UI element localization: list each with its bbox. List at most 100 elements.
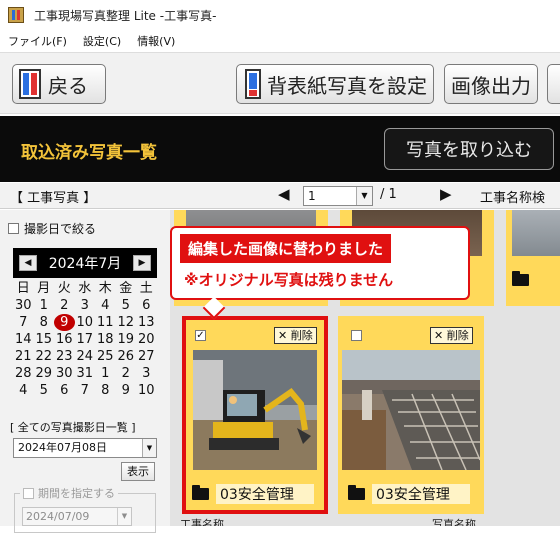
app-icon (8, 7, 24, 23)
calendar-weekday: 水 (78, 281, 92, 296)
prev-page-icon[interactable]: ◀ (278, 185, 290, 203)
calendar-day[interactable]: 7 (75, 382, 96, 399)
next-page-icon[interactable]: ▶ (440, 185, 452, 203)
calendar-day[interactable]: 15 (34, 331, 55, 348)
calendar-day[interactable]: 16 (54, 331, 75, 348)
calendar-day[interactable]: 10 (75, 314, 96, 331)
calendar-day[interactable]: 13 (136, 314, 157, 331)
calendar-day[interactable]: 22 (34, 348, 55, 365)
calendar-weekday: 火 (57, 281, 71, 296)
period-label: 期間を指定する (38, 487, 115, 500)
calendar-day[interactable]: 3 (136, 365, 157, 382)
spine-icon (245, 69, 261, 99)
menu-settings[interactable]: 設定(C) (83, 33, 121, 49)
shoot-date-filter[interactable]: 撮影日で絞る (8, 220, 96, 237)
calendar-day[interactable]: 21 (13, 348, 34, 365)
page-select[interactable]: 1 ▼ (303, 186, 373, 206)
calendar-day[interactable]: 2 (116, 365, 137, 382)
calendar-day[interactable]: 30 (13, 297, 34, 314)
calendar-day[interactable]: 1 (34, 297, 55, 314)
chevron-down-icon: ▼ (117, 508, 131, 525)
calendar-day[interactable]: 24 (75, 348, 96, 365)
calendar-day[interactable]: 27 (136, 348, 157, 365)
calendar-weekday: 金 (119, 281, 133, 296)
calendar-day[interactable]: 6 (136, 297, 157, 314)
calendar-day[interactable]: 26 (116, 348, 137, 365)
calendar-day[interactable]: 4 (95, 297, 116, 314)
calendar-day[interactable]: 28 (13, 365, 34, 382)
period-filter[interactable]: 期間を指定する (20, 485, 118, 501)
photo-card[interactable] (506, 210, 560, 306)
calendar-day[interactable]: 8 (34, 314, 55, 331)
folder-icon (512, 271, 529, 286)
period-from-date[interactable]: 2024/07/09 ▼ (22, 507, 132, 526)
calendar-day[interactable]: 17 (75, 331, 96, 348)
shoot-date-checkbox[interactable] (8, 223, 19, 234)
period-checkbox[interactable] (23, 487, 34, 499)
calendar-day[interactable]: 5 (34, 382, 55, 399)
calendar-day[interactable]: 3 (75, 297, 96, 314)
category-label: 【 工事写真 】 (10, 191, 97, 206)
toolbar-overflow-button[interactable] (547, 64, 560, 104)
show-button[interactable]: 表示 (121, 462, 155, 481)
delete-button[interactable]: ✕ 削除 (430, 327, 473, 344)
calendar-day[interactable]: 7 (13, 314, 34, 331)
menu-info[interactable]: 情報(V) (137, 33, 175, 49)
calendar-day[interactable]: 4 (13, 382, 34, 399)
binder-icon (19, 69, 41, 99)
menu-file[interactable]: ファイル(F) (8, 33, 67, 49)
set-cover-photo-button[interactable]: 背表紙写真を設定 (236, 64, 434, 104)
folder-icon (348, 485, 365, 500)
calendar-title: 2024年7月 (48, 256, 122, 272)
calendar-day[interactable]: 31 (75, 365, 96, 382)
image-output-label: 画像出力 (451, 73, 531, 98)
search-label: 工事名称検 (480, 191, 546, 206)
calendar-weekday: 日 (16, 281, 30, 296)
card-folder (512, 271, 529, 286)
set-cover-photo-label: 背表紙写真を設定 (267, 73, 427, 98)
calendar-day[interactable]: 6 (54, 382, 75, 399)
calendar-day[interactable]: 10 (136, 382, 157, 399)
prev-month-button[interactable]: ◀ (19, 255, 37, 271)
calendar-weekday: 木 (98, 281, 112, 296)
next-month-button[interactable]: ▶ (132, 255, 151, 271)
calendar-day[interactable]: 5 (116, 297, 137, 314)
calendar-day[interactable]: 20 (136, 331, 157, 348)
page-select-value: 1 (308, 189, 316, 203)
period-from-value: 2024/07/09 (26, 510, 90, 523)
calendar-day[interactable]: 19 (116, 331, 137, 348)
calendar-day-selected[interactable]: 9 (54, 314, 75, 331)
image-output-button[interactable]: 画像出力 (444, 64, 538, 104)
import-photos-button[interactable]: 写真を取り込む (384, 128, 554, 170)
calendar-day[interactable]: 8 (95, 382, 116, 399)
shoot-date-select[interactable]: 2024年07月08日 ▼ (13, 438, 157, 458)
toolbar: 戻る 背表紙写真を設定 画像出力 (0, 52, 560, 114)
page-header: 取込済み写真一覧 写真を取り込む (0, 116, 560, 182)
calendar-day[interactable]: 14 (13, 331, 34, 348)
page-total: / 1 (380, 187, 397, 202)
photo-card[interactable]: ✕ 削除 03安全管理 (338, 316, 484, 514)
calendar-day[interactable]: 11 (95, 314, 116, 331)
calendar-day[interactable]: 12 (116, 314, 137, 331)
photo-caption: 工事名称 (180, 518, 224, 526)
card-checkbox[interactable] (351, 330, 362, 341)
highlight-frame (182, 316, 328, 514)
title-bar: 工事現場写真整理 Lite -工事写真- (0, 0, 560, 30)
menu-bar: ファイル(F) 設定(C) 情報(V) (0, 31, 560, 51)
calendar-day[interactable]: 23 (54, 348, 75, 365)
shoot-date-label: 撮影日で絞る (24, 222, 97, 236)
calendar-day[interactable]: 1 (95, 365, 116, 382)
window-title: 工事現場写真整理 Lite -工事写真- (34, 8, 217, 23)
photo-thumbnail[interactable] (512, 210, 560, 256)
calendar-day[interactable]: 9 (116, 382, 137, 399)
back-button[interactable]: 戻る (12, 64, 106, 104)
calendar-grid: 日月火水木金土 30 1 2 3 4 5 6 7 8 9 10 11 12 13 14 15 16 17 18 19 20… (13, 280, 157, 399)
calendar-day[interactable]: 30 (54, 365, 75, 382)
photo-thumbnail[interactable] (342, 350, 480, 470)
calendar-day[interactable]: 25 (95, 348, 116, 365)
calendar: ◀ 2024年7月 ▶ 日月火水木金土 30 1 2 3 4 5 6 7 8 9 10 11 12 13 14… (13, 248, 157, 399)
calendar-day[interactable]: 18 (95, 331, 116, 348)
calendar-day[interactable]: 29 (34, 365, 55, 382)
calendar-day[interactable]: 2 (54, 297, 75, 314)
calendar-weekday: 月 (37, 281, 51, 296)
